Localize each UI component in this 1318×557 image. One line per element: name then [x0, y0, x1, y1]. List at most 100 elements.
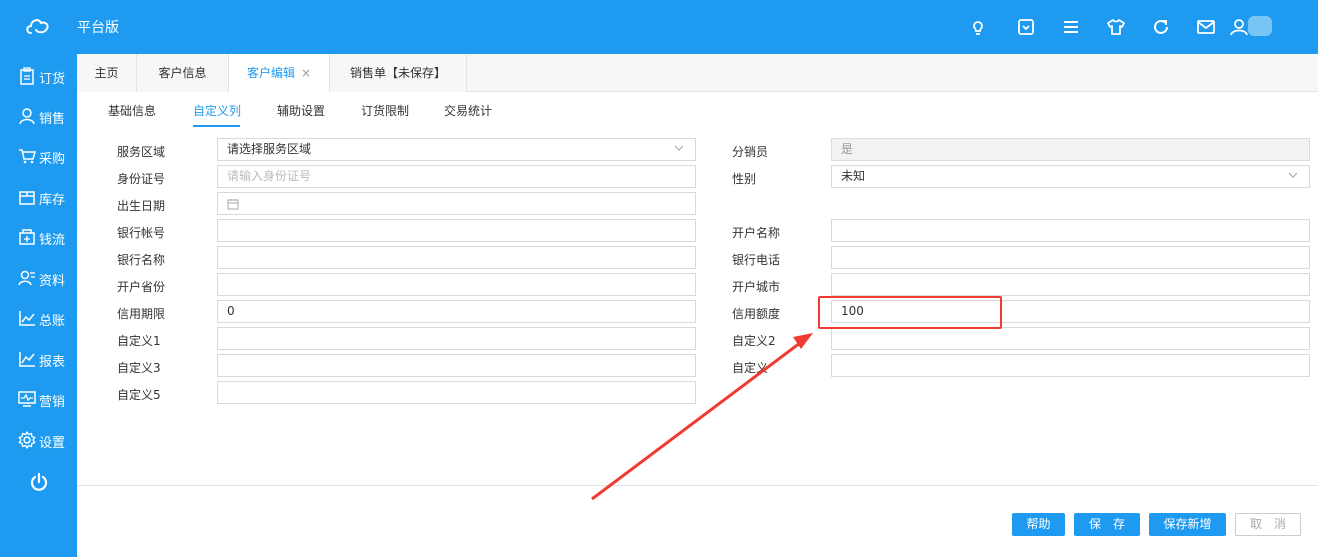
sidebar-item-inventory[interactable]: 库存 — [0, 177, 77, 217]
footer-divider — [77, 485, 1318, 486]
custom2-label: 自定义2 — [732, 334, 776, 348]
tab-label: 销售单【未保存】 — [349, 66, 446, 80]
gender-select[interactable]: 未知 — [831, 165, 1310, 188]
gender-label: 性别 — [732, 172, 757, 186]
sidebar-item-data[interactable]: 资料 — [0, 258, 77, 298]
custom4-label: 自定义 — [732, 361, 769, 375]
birth-date-label: 出生日期 — [117, 199, 166, 213]
tab-sales-order[interactable]: 销售单【未保存】 — [330, 54, 467, 92]
custom1-input[interactable] — [217, 327, 696, 350]
service-area-select[interactable]: 请选择服务区域 — [217, 138, 696, 161]
custom5-label: 自定义5 — [117, 388, 161, 402]
sidebar-item-label: 库存 — [39, 193, 66, 208]
account-name-input[interactable] — [831, 219, 1310, 242]
tab-customer-info[interactable]: 客户信息 — [137, 54, 229, 92]
chevron-down-icon — [1288, 172, 1298, 178]
help-button[interactable]: 帮助 — [1012, 513, 1065, 536]
sidebar-item-label: 订货 — [39, 72, 66, 87]
bank-province-input[interactable] — [217, 273, 696, 296]
person-icon — [19, 108, 35, 125]
refresh-icon[interactable] — [1150, 16, 1172, 38]
bank-city-label: 开户城市 — [732, 280, 781, 294]
service-area-value: 请选择服务区域 — [227, 142, 312, 156]
tab-label: 客户编辑 — [246, 66, 295, 80]
bank-account-input[interactable] — [217, 219, 696, 242]
sidebar: 订货 销售 采购 库存 钱流 资料 总账 报表 营销 设置 — [0, 54, 77, 557]
id-number-input[interactable]: 请输入身份证号 — [217, 165, 696, 188]
sidebar-item-ledger[interactable]: 总账 — [0, 298, 77, 338]
bank-name-label: 银行名称 — [117, 253, 166, 267]
account-name-label: 开户名称 — [732, 226, 781, 240]
id-number-label: 身份证号 — [117, 172, 166, 186]
wallet-icon — [19, 229, 35, 245]
service-area-label: 服务区域 — [117, 145, 166, 159]
custom2-input[interactable] — [831, 327, 1310, 350]
subtab-aux-settings[interactable]: 辅助设置 — [277, 102, 325, 119]
bulb-icon[interactable] — [967, 16, 989, 38]
check-square-icon[interactable] — [1015, 16, 1037, 38]
credit-term-input[interactable]: 0 — [217, 300, 696, 323]
top-bar: 平台版 — [0, 0, 1318, 54]
distributor-label: 分销员 — [732, 145, 769, 159]
mail-icon[interactable] — [1195, 16, 1217, 38]
sidebar-item-label: 采购 — [39, 152, 66, 167]
subtab-basic-info[interactable]: 基础信息 — [108, 102, 156, 119]
sidebar-item-settings[interactable]: 设置 — [0, 420, 77, 460]
subtab-custom-columns[interactable]: 自定义列 — [193, 102, 241, 119]
cloud-logo-icon — [26, 19, 49, 34]
highlight-box — [818, 296, 1002, 329]
chevron-down-icon — [674, 145, 684, 151]
sidebar-item-label: 销售 — [39, 112, 66, 127]
box-icon — [19, 191, 35, 205]
sidebar-item-label: 营销 — [39, 395, 66, 410]
sidebar-item-label: 钱流 — [39, 233, 66, 248]
bank-phone-input[interactable] — [831, 246, 1310, 269]
sidebar-item-sales[interactable]: 销售 — [0, 96, 77, 136]
birth-date-input[interactable] — [217, 192, 696, 215]
chart-icon — [19, 311, 35, 326]
credit-limit-label: 信用额度 — [732, 307, 781, 321]
save-new-button[interactable]: 保存新增 — [1149, 513, 1226, 536]
contacts-icon — [18, 270, 35, 286]
sidebar-item-order[interactable]: 订货 — [0, 56, 77, 96]
tab-customer-edit[interactable]: 客户编辑 × — [229, 54, 330, 93]
tab-home[interactable]: 主页 — [77, 54, 137, 92]
app-title: 平台版 — [77, 20, 119, 36]
sidebar-item-marketing[interactable]: 营销 — [0, 379, 77, 419]
clipboard-icon — [20, 67, 34, 85]
power-icon[interactable] — [28, 471, 50, 493]
bank-phone-label: 银行电话 — [732, 253, 781, 267]
close-icon[interactable]: × — [301, 66, 311, 80]
cancel-button[interactable]: 取 消 — [1235, 513, 1301, 536]
menu-icon[interactable] — [1060, 16, 1082, 38]
custom3-label: 自定义3 — [117, 361, 161, 375]
user-icon[interactable] — [1228, 16, 1250, 38]
save-button[interactable]: 保 存 — [1074, 513, 1140, 536]
avatar[interactable] — [1248, 16, 1272, 36]
sidebar-item-label: 总账 — [39, 314, 66, 329]
calendar-icon — [227, 199, 239, 210]
subtab-trade-stats[interactable]: 交易统计 — [444, 102, 492, 119]
sidebar-item-label: 资料 — [39, 274, 66, 289]
sidebar-item-label: 报表 — [39, 355, 66, 370]
tab-label: 客户信息 — [158, 66, 207, 80]
custom3-input[interactable] — [217, 354, 696, 377]
sidebar-item-label: 设置 — [39, 436, 66, 451]
sidebar-item-cashflow[interactable]: 钱流 — [0, 217, 77, 257]
custom5-input[interactable] — [217, 381, 696, 404]
sidebar-item-reports[interactable]: 报表 — [0, 339, 77, 379]
distributor-field: 是 — [831, 138, 1310, 161]
bank-city-input[interactable] — [831, 273, 1310, 296]
sub-tab-bar: 基础信息 自定义列 辅助设置 订货限制 交易统计 — [77, 92, 1318, 128]
custom4-input[interactable] — [831, 354, 1310, 377]
subtab-order-limits[interactable]: 订货限制 — [361, 102, 409, 119]
bank-name-input[interactable] — [217, 246, 696, 269]
monitor-icon — [18, 391, 36, 407]
tab-bar: 主页 客户信息 客户编辑 × 销售单【未保存】 — [77, 54, 1318, 93]
tab-label: 主页 — [94, 66, 119, 80]
sidebar-item-purchase[interactable]: 采购 — [0, 136, 77, 176]
bank-province-label: 开户省份 — [117, 280, 166, 294]
shirt-icon[interactable] — [1105, 16, 1127, 38]
report-icon — [19, 352, 35, 367]
credit-term-label: 信用期限 — [117, 307, 166, 321]
